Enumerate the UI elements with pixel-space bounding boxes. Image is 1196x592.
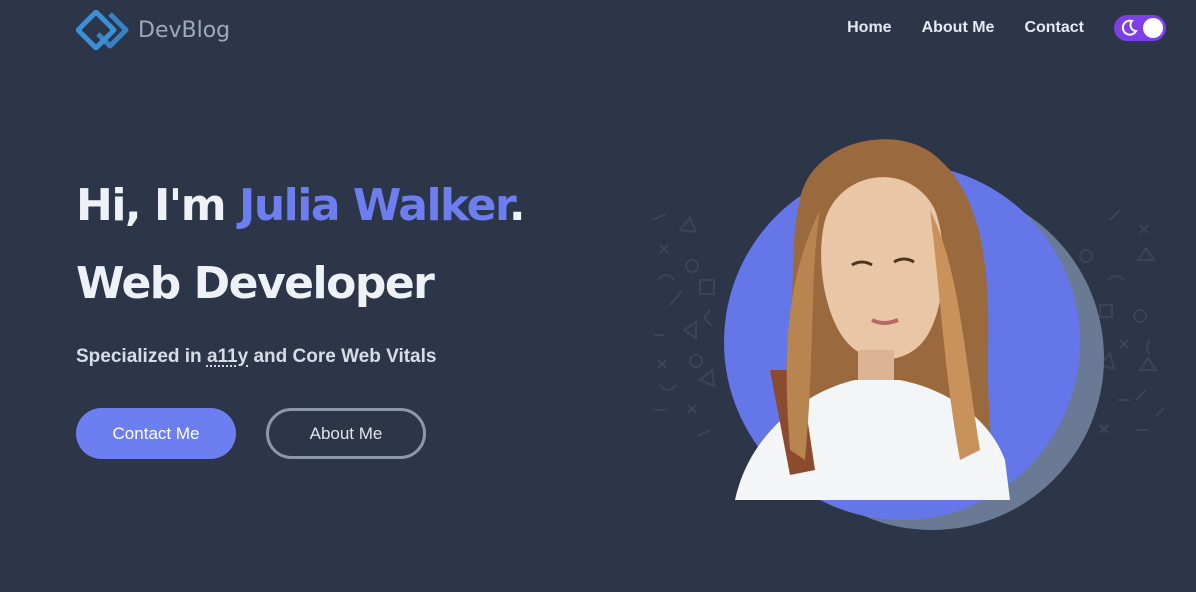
hero-heading: Hi, I'm Julia Walker. (76, 180, 526, 231)
primary-nav: Home About Me Contact (847, 19, 1084, 37)
brand-name: DevBlog (138, 17, 231, 43)
nav-link-contact[interactable]: Contact (1024, 19, 1084, 37)
tagline-prefix: Specialized in (76, 346, 207, 367)
toggle-knob (1143, 18, 1163, 38)
tagline-abbreviation: a11y (206, 346, 249, 367)
hero-tagline: Specialized in a11y and Core Web Vitals (76, 346, 436, 368)
portrait-illustration (651, 139, 1165, 530)
nav-link-about-me[interactable]: About Me (922, 19, 995, 37)
nav-link-home[interactable]: Home (847, 19, 891, 37)
theme-toggle[interactable] (1114, 15, 1166, 41)
hero-period: . (508, 180, 526, 231)
hero-greeting: Hi, I'm (76, 180, 239, 231)
about-me-button[interactable]: About Me (266, 408, 426, 459)
tagline-suffix: and Core Web Vitals (248, 346, 437, 367)
moon-icon (1121, 19, 1138, 36)
hero-name: Julia Walker (238, 180, 510, 231)
brand-logo[interactable]: DevBlog (76, 10, 230, 50)
hero-role: Web Developer (76, 258, 435, 309)
diamond-logo-icon (76, 10, 129, 50)
top-navbar: DevBlog Home About Me Contact (0, 0, 1196, 58)
contact-me-button[interactable]: Contact Me (76, 408, 236, 459)
